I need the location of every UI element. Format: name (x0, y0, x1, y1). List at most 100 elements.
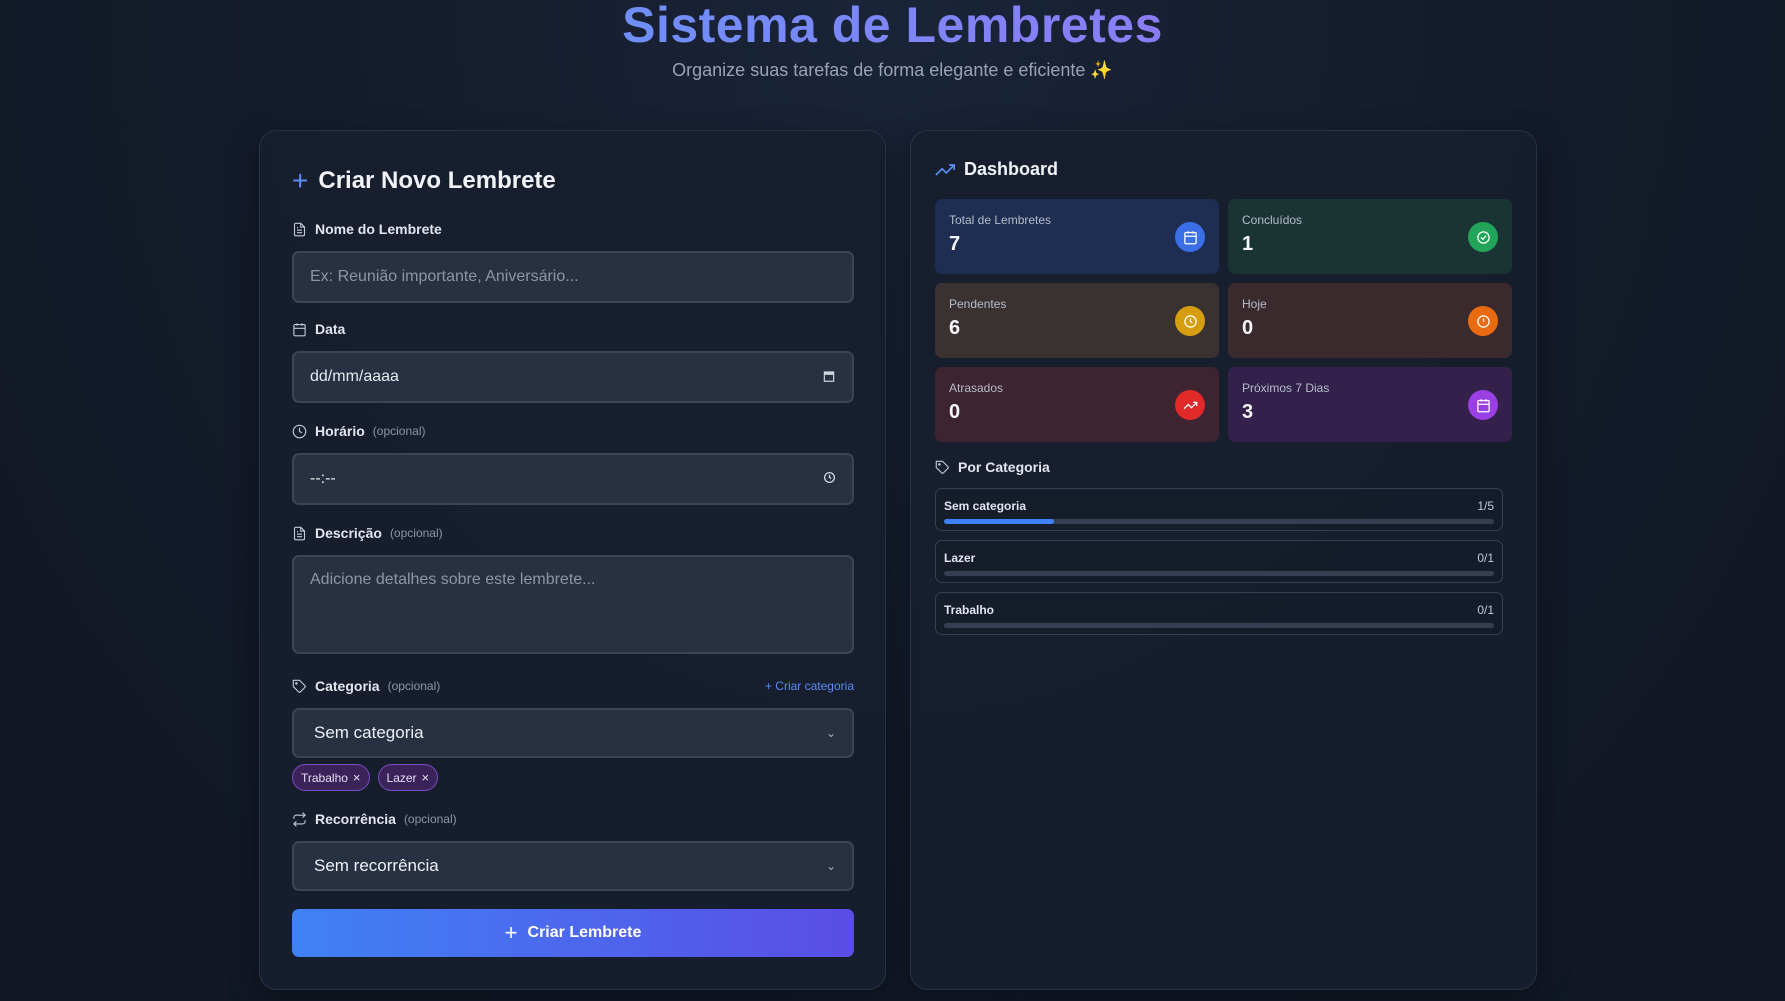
dashboard-panel: Dashboard Total de Lembretes 7 Concluído… (910, 130, 1537, 990)
category-count: 1/5 (1477, 499, 1494, 513)
time-value: --:-- (310, 470, 336, 487)
stat-label: Próximos 7 Dias (1242, 381, 1330, 395)
calendar-icon (1468, 390, 1498, 420)
time-field: Horário (opcional) --:-- (292, 421, 854, 505)
date-label: Data (292, 319, 854, 339)
name-placeholder: Ex: Reunião importante, Aniversário... (310, 268, 579, 285)
chevron-down-icon: ⌄ (825, 859, 836, 873)
dashboard-title: Dashboard (935, 159, 1058, 180)
page-title: Sistema de Lembretes (622, 0, 1163, 54)
category-chips: Trabalho × Lazer × (292, 764, 439, 791)
recurrence-label-text: Recorrência (315, 811, 396, 827)
description-label-text: Descrição (315, 525, 382, 541)
form-title-text: Criar Novo Lembrete (318, 167, 556, 194)
category-chip-trabalho: Trabalho × (292, 764, 370, 791)
date-label-text: Data (315, 321, 346, 337)
stat-card-today: Hoje 0 (1228, 283, 1512, 358)
category-progress-item: Lazer 0/1 (935, 540, 1503, 583)
clock-icon (292, 424, 307, 438)
recurrence-field: Recorrência (opcional) Sem recorrência ⌄ (292, 809, 854, 891)
date-picker-icon[interactable] (822, 369, 836, 386)
category-progress-bar (944, 623, 1494, 628)
calendar-icon (293, 322, 306, 336)
stat-label: Pendentes (949, 297, 1007, 311)
page-subtitle: Organize suas tarefas de forma elegante … (0, 60, 1785, 81)
trending-up-icon (1175, 390, 1205, 420)
description-textarea[interactable]: Adicione detalhes sobre este lembrete... (292, 555, 854, 654)
stat-card-completed: Concluídos 1 (1228, 199, 1512, 274)
description-field: Descrição (opcional) Adicione detalhes s… (292, 523, 854, 654)
category-select[interactable]: Sem categoria ⌄ (292, 708, 854, 758)
plus-icon: + (292, 165, 309, 196)
sparkles-icon: ✨ (1090, 60, 1113, 80)
time-picker-icon[interactable] (823, 471, 836, 487)
stat-card-overdue: Atrasados 0 (935, 367, 1219, 442)
calendar-icon (1175, 222, 1205, 252)
category-progress-item: Trabalho 0/1 (935, 592, 1503, 635)
chip-label: Lazer (386, 770, 417, 785)
category-progress-fill (944, 519, 1054, 524)
repeat-icon (293, 811, 306, 827)
document-icon (293, 222, 306, 236)
remove-chip-icon[interactable]: × (353, 770, 361, 785)
create-reminder-panel: + Criar Novo Lembrete Nome do Lembrete E… (259, 130, 886, 990)
create-category-link[interactable]: + Criar categoria (765, 679, 854, 693)
date-input[interactable]: dd/mm/aaaa (292, 351, 854, 403)
category-name: Lazer (944, 551, 976, 565)
date-field: Data dd/mm/aaaa (292, 319, 854, 403)
stat-card-total: Total de Lembretes 7 (935, 199, 1219, 274)
stat-card-next-7-days: Próximos 7 Dias 3 (1228, 367, 1512, 442)
category-field: Categoria (opcional) + Criar categoria S… (292, 676, 854, 758)
description-placeholder: Adicione detalhes sobre este lembrete... (310, 571, 596, 588)
category-chip-lazer: Lazer × (377, 764, 439, 791)
stat-value: 7 (949, 233, 961, 255)
category-progress-bar (944, 519, 1494, 524)
stat-value: 1 (1242, 233, 1254, 255)
stat-label: Atrasados (949, 381, 1004, 395)
time-input[interactable]: --:-- (292, 453, 854, 505)
date-value: dd/mm/aaaa (310, 368, 399, 385)
stat-value: 6 (949, 317, 961, 339)
chip-label: Trabalho (301, 770, 348, 785)
document-icon (293, 526, 306, 540)
stat-label: Total de Lembretes (949, 213, 1052, 227)
plus-icon: + (504, 920, 518, 945)
name-field: Nome do Lembrete Ex: Reunião importante,… (292, 219, 854, 303)
stat-value: 0 (949, 401, 961, 423)
name-input[interactable]: Ex: Reunião importante, Aniversário... (292, 251, 854, 303)
recurrence-label: Recorrência (opcional) (292, 809, 854, 829)
time-optional: (opcional) (372, 424, 426, 438)
create-reminder-label: Criar Lembrete (527, 924, 642, 941)
recurrence-selected: Sem recorrência (314, 856, 439, 875)
subtitle-text: Organize suas tarefas de forma elegante … (672, 60, 1086, 80)
form-title: + Criar Novo Lembrete (292, 167, 556, 195)
recurrence-select[interactable]: Sem recorrência ⌄ (292, 841, 854, 891)
remove-chip-icon[interactable]: × (422, 770, 430, 785)
category-label: Categoria (opcional) + Criar categoria (292, 676, 854, 696)
create-reminder-button[interactable]: + Criar Lembrete (292, 909, 854, 957)
category-count: 0/1 (1477, 551, 1494, 565)
categories-title: Por Categoria (935, 459, 1050, 475)
page-header: Sistema de Lembretes Organize suas taref… (0, 0, 1785, 81)
category-label-text: Categoria (315, 678, 380, 694)
description-optional: (opcional) (389, 526, 443, 540)
time-label: Horário (opcional) (292, 421, 854, 441)
tag-icon (292, 679, 306, 693)
category-name: Trabalho (944, 603, 995, 617)
dashboard-title-text: Dashboard (964, 159, 1059, 179)
time-label-text: Horário (315, 423, 365, 439)
name-label-text: Nome do Lembrete (315, 221, 442, 237)
category-progress-item: Sem categoria 1/5 (935, 488, 1503, 531)
category-name: Sem categoria (944, 499, 1027, 513)
trending-up-icon (935, 163, 955, 176)
clock-icon (1175, 306, 1205, 336)
description-label: Descrição (opcional) (292, 523, 854, 543)
alert-circle-icon (1468, 306, 1498, 336)
category-optional: (opcional) (387, 679, 441, 693)
stat-label: Hoje (1242, 297, 1267, 311)
recurrence-optional: (opcional) (403, 812, 457, 826)
name-label: Nome do Lembrete (292, 219, 854, 239)
category-progress-bar (944, 571, 1494, 576)
category-count: 0/1 (1477, 603, 1494, 617)
stat-value: 0 (1242, 317, 1254, 339)
